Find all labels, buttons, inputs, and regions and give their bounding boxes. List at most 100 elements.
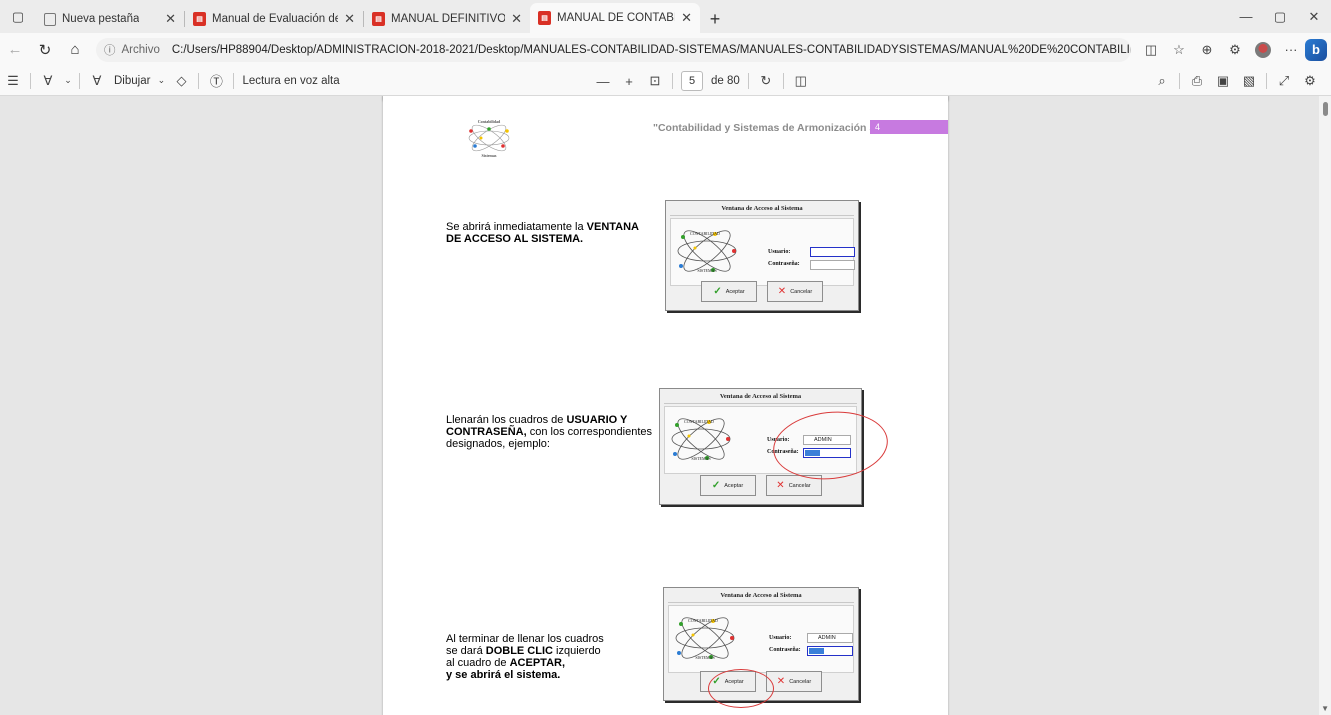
address-bar: ← ↻ ⌂ ⓘ Archivo C:/Users/HP88904/Desktop… (0, 33, 1331, 66)
toolbar-separator (30, 72, 31, 89)
password-selection (809, 648, 824, 654)
cancel-button[interactable]: ✕ Cancelar (766, 671, 822, 692)
pdf-icon: ▤ (372, 12, 385, 26)
copilot-icon[interactable]: b (1305, 38, 1327, 61)
step3-line1: Al terminar de llenar los cuadros (446, 633, 604, 645)
accept-button[interactable]: ✓ Aceptar (699, 475, 756, 496)
step1-text-before: Se abrirá inmediatamente la (446, 221, 587, 233)
check-icon: ✓ (713, 286, 722, 297)
minimize-button[interactable]: — (1229, 0, 1263, 33)
chevron-down-icon[interactable]: ⌄ (154, 68, 168, 94)
cancel-button[interactable]: ✕ Cancelar (767, 281, 823, 302)
rotate-icon[interactable]: ↻ (753, 68, 779, 94)
page-total: de 80 (711, 75, 740, 87)
page-controls: — + ⊡ 5 de 80 ↻ ◫ (590, 66, 814, 96)
user-label: Usuario: (768, 249, 791, 255)
logo-text-bottom: Sistemas (482, 153, 497, 158)
step3-line3-bold: ACEPTAR, (509, 657, 566, 669)
back-button[interactable]: ← (0, 35, 30, 65)
settings-icon[interactable]: ⚙ (1297, 68, 1323, 94)
print-icon[interactable]: ⎙ (1184, 68, 1210, 94)
collections-icon[interactable]: ⊕ (1193, 36, 1221, 64)
user-field[interactable]: ADMIN (807, 633, 853, 643)
step3-line2-after: izquierdo (552, 645, 601, 657)
tab-actions-icon[interactable]: ▢ (0, 0, 36, 33)
tab-manual-contabilidad[interactable]: ▤ MANUAL DE CONTABILIDAD DE ✕ (530, 3, 700, 33)
toolbar-separator (747, 73, 749, 89)
x-icon: ✕ (776, 676, 786, 687)
step3-line3: al cuadro de ACEPTAR, (446, 657, 656, 669)
refresh-button[interactable]: ↻ (30, 35, 60, 65)
password-field[interactable] (807, 646, 853, 656)
step2-text-before: Llenarán los cuadros de (446, 414, 567, 426)
close-icon[interactable]: ✕ (344, 11, 355, 27)
close-icon[interactable]: ✕ (681, 10, 692, 26)
extensions-icon[interactable]: ⚙ (1221, 36, 1249, 64)
company-logo: Contabilidad Sistemas (468, 119, 510, 158)
accept-button[interactable]: ✓ Aceptar (701, 281, 757, 302)
eraser-icon[interactable]: ◇ (168, 68, 194, 94)
close-icon[interactable]: ✕ (165, 11, 176, 27)
accept-label: Aceptar (724, 482, 744, 489)
home-button[interactable]: ⌂ (60, 35, 90, 65)
tab-new[interactable]: Nueva pestaña ✕ (36, 5, 184, 33)
draw-icon[interactable]: ∀ (84, 68, 110, 94)
pdf-viewer[interactable]: Contabilidad Sistemas "Contabilidad y Si… (0, 96, 1331, 715)
search-icon[interactable]: ⌕ (1149, 68, 1175, 94)
tab-manual-evaluacion[interactable]: ▤ Manual de Evaluación de Regist ✕ (185, 5, 363, 33)
text-icon[interactable]: Ⓣ (203, 68, 229, 94)
fullscreen-icon[interactable]: ⤢ (1271, 68, 1297, 94)
toolbar-separator (782, 73, 784, 89)
password-field[interactable] (810, 260, 855, 270)
zoom-out-button[interactable]: — (590, 68, 616, 94)
x-icon: ✕ (777, 286, 787, 297)
dialog-title: Ventana de Acceso al Sistema (670, 205, 854, 216)
tab-label: MANUAL DE CONTABILIDAD DE (557, 12, 675, 24)
draw-label[interactable]: Dibujar (110, 75, 154, 87)
scrollbar-thumb[interactable] (1323, 102, 1328, 116)
scroll-down-arrow-icon[interactable]: ▼ (1321, 704, 1329, 713)
zoom-in-button[interactable]: + (616, 68, 642, 94)
info-icon[interactable]: ⓘ (104, 42, 116, 58)
close-icon[interactable]: ✕ (511, 11, 522, 27)
browser-tools: ◫ ☆ ⊕ ⚙ ··· b (1137, 36, 1331, 64)
chevron-down-icon[interactable]: ⌄ (61, 68, 75, 94)
tab-manual-presupuesto[interactable]: ▤ MANUAL DEFINITIVO PRESUPUE ✕ (364, 5, 530, 33)
vertical-scrollbar[interactable]: ▼ (1319, 96, 1331, 715)
favorites-icon[interactable]: ☆ (1165, 36, 1193, 64)
cancel-label: Cancelar (788, 482, 811, 489)
user-field[interactable] (810, 247, 855, 257)
page-view-icon[interactable]: ◫ (788, 68, 814, 94)
header-page-number: 4 (870, 120, 948, 134)
dialog-title: Ventana de Acceso al Sistema (664, 393, 857, 404)
step1-text: Se abrirá inmediatamente la VENTANA DE A… (446, 221, 656, 245)
toolbar-separator (198, 72, 200, 89)
save-icon[interactable]: ▣ (1210, 68, 1236, 94)
url-text[interactable]: C:/Users/HP88904/Desktop/ADMINISTRACION-… (172, 44, 1131, 56)
read-aloud-button[interactable]: Lectura en voz alta (238, 75, 343, 87)
close-window-button[interactable]: ✕ (1297, 0, 1331, 33)
page-number-input[interactable]: 5 (681, 71, 703, 91)
step3-line2-bold: DOBLE CLIC (485, 645, 553, 657)
pdf-icon: ▤ (193, 12, 206, 26)
fit-page-icon[interactable]: ⊡ (642, 68, 668, 94)
contents-icon[interactable]: ☰ (0, 68, 26, 94)
split-screen-icon[interactable]: ◫ (1137, 36, 1165, 64)
x-icon: ✕ (776, 480, 785, 491)
step3-text: Al terminar de llenar los cuadros se dar… (446, 633, 656, 681)
cancel-label: Cancelar (790, 288, 813, 295)
url-field[interactable]: ⓘ Archivo C:/Users/HP88904/Desktop/ADMIN… (96, 37, 1131, 62)
toolbar-separator (1266, 73, 1267, 89)
new-tab-button[interactable]: + (700, 5, 730, 33)
dialog-body: CONTABILIDAD SISTEMAS Usuario: ADMIN Con… (668, 605, 854, 673)
dialog-buttons: ✓ Aceptar ✕ Cancelar (666, 281, 858, 302)
save-as-icon[interactable]: ▧ (1236, 68, 1262, 94)
scheme-label: Archivo (121, 43, 160, 56)
highlight-icon[interactable]: ∀ (35, 68, 61, 94)
more-options-icon[interactable]: ··· (1277, 36, 1305, 64)
restore-button[interactable]: ▢ (1263, 0, 1297, 33)
profile-avatar[interactable] (1255, 41, 1271, 58)
tab-strip: ▢ Nueva pestaña ✕ ▤ Manual de Evaluación… (0, 0, 1331, 33)
check-icon: ✓ (711, 480, 721, 491)
page-icon (44, 12, 56, 26)
